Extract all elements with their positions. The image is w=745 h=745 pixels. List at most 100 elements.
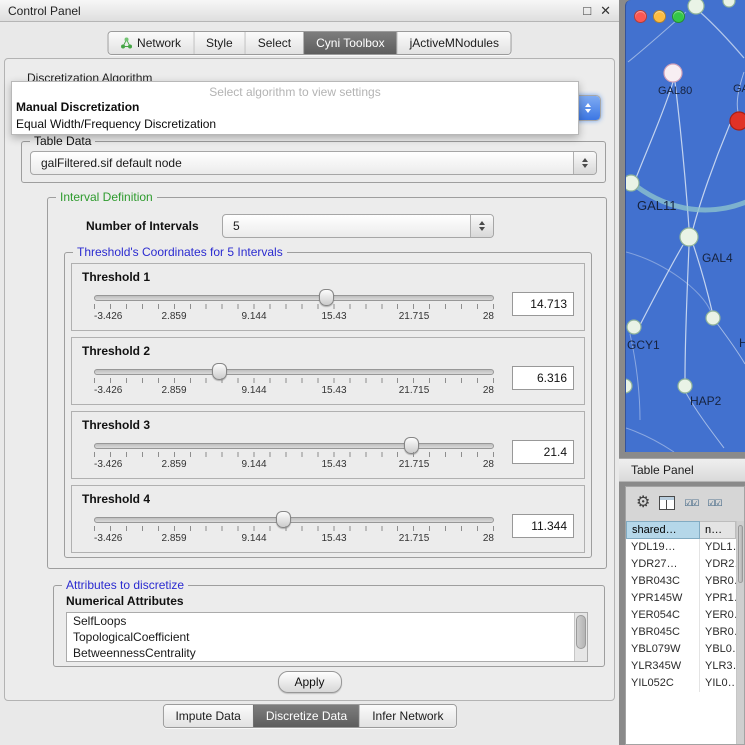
table-scrollbar[interactable] (736, 521, 744, 744)
network-edge (685, 246, 689, 379)
network-view-window[interactable]: GAL80GAGAL11GAL4GCY1HAP2H (625, 0, 745, 452)
network-node[interactable] (680, 228, 698, 246)
tab-cyni-toolbox[interactable]: Cyni Toolbox (303, 32, 396, 54)
tab-impute-data[interactable]: Impute Data (163, 705, 252, 727)
network-node[interactable] (664, 64, 682, 82)
tab-infer-network[interactable]: Infer Network (359, 705, 455, 727)
threshold-label: Threshold 3 (82, 418, 576, 432)
network-node[interactable] (706, 311, 720, 325)
number-of-intervals-row: Number of Intervals 5 (86, 214, 494, 238)
close-window-button[interactable]: ✕ (600, 4, 611, 17)
network-node[interactable] (626, 379, 632, 393)
float-window-button[interactable]: □ (583, 4, 591, 17)
table-row[interactable]: YDL19…YDL1… (626, 539, 736, 556)
table-data-selected-value: galFiltered.sif default node (41, 156, 182, 170)
columns-icon[interactable] (659, 496, 675, 510)
scale-label: 2.859 (161, 533, 186, 544)
scrollbar-thumb[interactable] (576, 615, 586, 649)
threshold-slider-1[interactable]: -3.4262.8599.14415.4321.71528 (94, 286, 494, 326)
table-row[interactable]: YDR27…YDR2… (626, 556, 736, 573)
dropdown-option-manual-discretization[interactable]: Manual Discretization (12, 99, 578, 116)
tab-jactivemnodules[interactable]: jActiveMNodules (397, 32, 511, 54)
interval-definition-group: Interval Definition Number of Intervals … (47, 197, 607, 569)
tab-style[interactable]: Style (193, 32, 245, 54)
threshold-value-field-4[interactable]: 11.344 (512, 514, 574, 538)
table-data-combobox[interactable]: galFiltered.sif default node (30, 151, 597, 175)
tab-discretize-data[interactable]: Discretize Data (253, 705, 359, 727)
combobox-stepper-icon[interactable] (573, 152, 596, 174)
threshold-value-field-2[interactable]: 6.316 (512, 366, 574, 390)
table-row[interactable]: YBL079WYBL0… (626, 641, 736, 658)
num-intervals-combobox[interactable]: 5 (222, 214, 494, 238)
slider-track[interactable] (94, 517, 494, 523)
attributes-items: SelfLoopsTopologicalCoefficientBetweenne… (67, 613, 587, 661)
table-cell: YLR345W (626, 658, 700, 675)
network-node[interactable] (626, 175, 639, 191)
gear-icon[interactable]: ⚙ (636, 495, 650, 511)
table-cell: YDR27… (626, 556, 700, 573)
window-controls (634, 10, 685, 23)
check-grid-icon[interactable]: ☑☑ (707, 499, 721, 508)
attributes-list[interactable]: SelfLoopsTopologicalCoefficientBetweenne… (66, 612, 588, 662)
dropdown-option-equal-width-frequency[interactable]: Equal Width/Frequency Discretization (12, 116, 578, 133)
apply-button[interactable]: Apply (277, 671, 341, 693)
network-canvas[interactable]: GAL80GAGAL11GAL4GCY1HAP2H (626, 0, 745, 452)
scale-label: 15.43 (321, 311, 346, 322)
network-node-label: GAL4 (702, 251, 733, 265)
column-header-2[interactable]: n… (700, 521, 736, 539)
table-cell: YIL052C (626, 675, 700, 692)
close-traffic-light[interactable] (634, 10, 647, 23)
scrollbar-thumb[interactable] (738, 525, 743, 583)
slider-track[interactable] (94, 369, 494, 375)
num-intervals-label: Number of Intervals (86, 219, 222, 233)
attributes-group-title: Attributes to discretize (62, 578, 188, 593)
table-cell: YER0… (700, 607, 736, 624)
combobox-stepper-icon[interactable] (470, 215, 493, 237)
threshold-slider-2[interactable]: -3.4262.8599.14415.4321.71528 (94, 360, 494, 400)
threshold-slider-3[interactable]: -3.4262.8599.14415.4321.71528 (94, 434, 494, 474)
title-bar: Control Panel □ ✕ (0, 0, 619, 22)
tab-network[interactable]: Network (108, 32, 193, 54)
table-toolbar: ⚙ ☑☑ ☑☑ (626, 487, 744, 519)
table-cell: YBL079W (626, 641, 700, 658)
threshold-value-field-1[interactable]: 14.713 (512, 292, 574, 316)
attribute-list-item[interactable]: TopologicalCoefficient (67, 629, 587, 645)
zoom-traffic-light[interactable] (672, 10, 685, 23)
threshold-value-field-3[interactable]: 21.4 (512, 440, 574, 464)
table-row[interactable]: YBR043CYBR0… (626, 573, 736, 590)
node-attribute-table[interactable]: shared…n… YDL19…YDL1…YDR27…YDR2…YBR043CY… (626, 521, 736, 744)
slider-track[interactable] (94, 295, 494, 301)
check-grid-icon[interactable]: ☑☑ (684, 499, 698, 508)
interval-definition-title: Interval Definition (56, 190, 157, 205)
tab-label: Network (137, 36, 181, 50)
network-node[interactable] (688, 0, 704, 14)
minimize-traffic-light[interactable] (653, 10, 666, 23)
threshold-slider-4[interactable]: -3.4262.8599.14415.4321.71528 (94, 508, 494, 548)
table-row[interactable]: YPR145WYPR1… (626, 590, 736, 607)
table-row[interactable]: YER054CYER0… (626, 607, 736, 624)
application: Control Panel □ ✕ Network StyleSelectCyni… (0, 0, 745, 745)
num-intervals-value: 5 (233, 219, 240, 233)
network-node[interactable] (723, 0, 735, 7)
scale-label: -3.426 (94, 533, 122, 544)
table-body: YDL19…YDL1…YDR27…YDR2…YBR043CYBR0…YPR145… (626, 539, 736, 692)
right-panels: GAL80GAGAL11GAL4GCY1HAP2H Table Panel ⚙☑… (619, 0, 745, 745)
table-row[interactable]: YBR045CYBR0… (626, 624, 736, 641)
network-edge (693, 124, 730, 229)
scale-label: 21.715 (399, 459, 430, 470)
tab-label: Impute Data (175, 709, 240, 723)
attribute-list-item[interactable]: BetweennessCentrality (67, 645, 587, 661)
tab-select[interactable]: Select (245, 32, 303, 54)
table-row[interactable]: YIL052CYIL0… (626, 675, 736, 692)
slider-track[interactable] (94, 443, 494, 449)
network-node[interactable] (678, 379, 692, 393)
slider-scale-labels: -3.4262.8599.14415.4321.71528 (94, 533, 494, 545)
thresholds-group: Threshold's Coordinates for 5 Intervals … (64, 252, 592, 558)
attribute-list-item[interactable]: SelfLoops (67, 613, 587, 629)
column-header-1[interactable]: shared… (626, 521, 700, 539)
table-row[interactable]: YLR345WYLR3… (626, 658, 736, 675)
network-node[interactable] (627, 320, 641, 334)
attributes-scrollbar[interactable] (574, 613, 587, 661)
network-node-selected[interactable] (730, 112, 745, 130)
scale-label: 21.715 (399, 311, 430, 322)
